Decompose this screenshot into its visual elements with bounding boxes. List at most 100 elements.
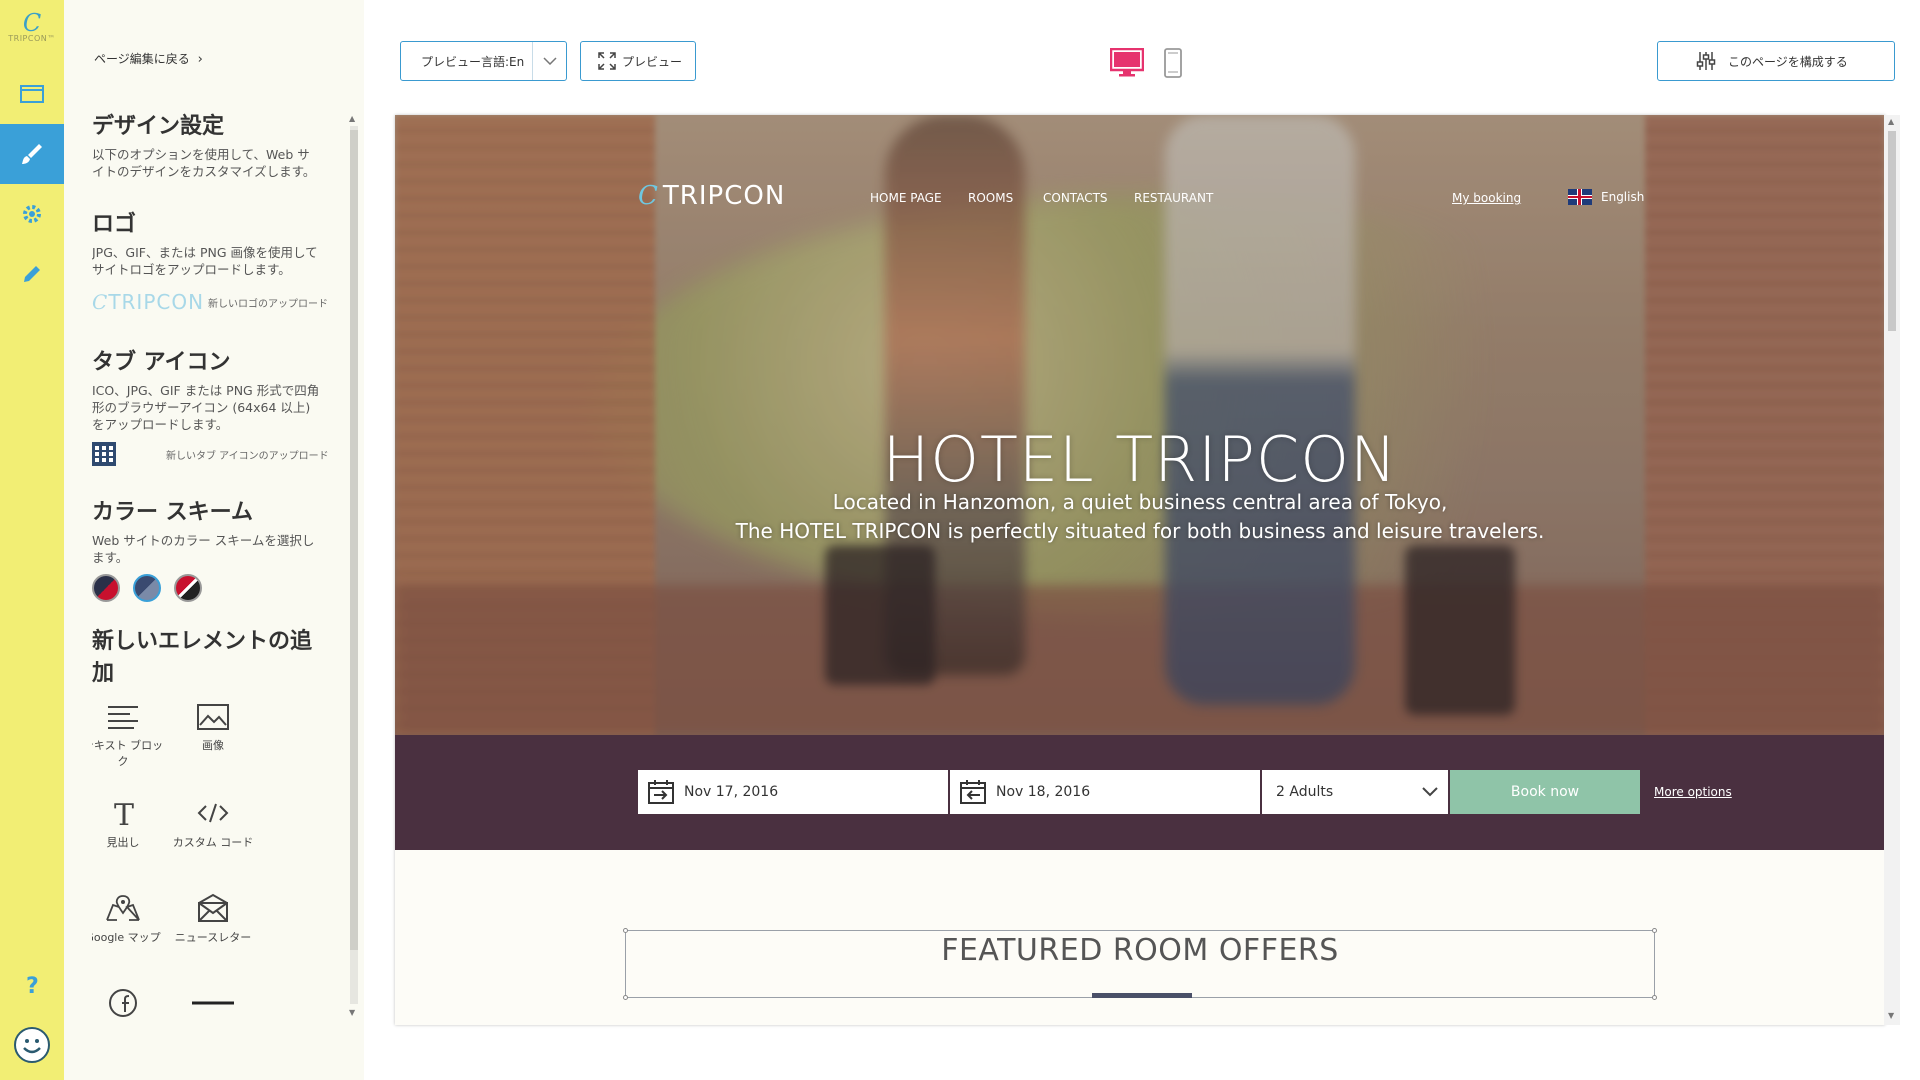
tab-icon-preview-icon bbox=[92, 442, 116, 466]
help-button[interactable]: ? bbox=[0, 955, 64, 1015]
design-button[interactable] bbox=[0, 124, 64, 184]
scroll-down-arrow-icon[interactable]: ▼ bbox=[1888, 1011, 1894, 1020]
color-scheme-section: カラー スキーム Web サイトのカラー スキームを選択します。 bbox=[92, 494, 322, 602]
chevron-down-icon bbox=[532, 42, 566, 80]
image-label: 画像 bbox=[202, 739, 224, 752]
chevron-right-icon: › bbox=[197, 52, 203, 67]
back-link-label: ページ編集に戻る bbox=[94, 52, 190, 66]
logo-section: ロゴ JPG、GIF、または PNG 画像を使用してサイトロゴをアップロードしま… bbox=[92, 206, 328, 314]
scroll-up-arrow-icon[interactable]: ▲ bbox=[349, 114, 355, 123]
logo-upload-link[interactable]: 新しいロゴのアップロード bbox=[208, 295, 328, 310]
color-swatch-dark-red[interactable] bbox=[92, 574, 120, 602]
panel-scrollbar[interactable]: ▲ ▼ bbox=[347, 114, 359, 1020]
calendar-checkout-icon bbox=[960, 780, 986, 804]
configure-page-button[interactable]: このページを構成する bbox=[1657, 41, 1895, 81]
add-custom-code-button[interactable]: カスタム コード bbox=[168, 798, 258, 850]
divider-icon bbox=[192, 1001, 234, 1005]
logo-title: ロゴ bbox=[92, 212, 137, 237]
heading-underline bbox=[1092, 993, 1192, 998]
custom-code-label: カスタム コード bbox=[172, 836, 254, 849]
gear-icon bbox=[23, 205, 41, 223]
svg-text:?: ? bbox=[26, 974, 39, 998]
logo-preview-text: TRIPCON bbox=[108, 290, 205, 314]
logo-upload-row[interactable]: CTRIPCON 新しいロゴのアップロード bbox=[92, 290, 332, 314]
rail-logo-text: TRIPCON™ bbox=[8, 34, 56, 43]
more-options-link[interactable]: More options bbox=[1654, 785, 1732, 799]
book-now-button[interactable]: Book now bbox=[1450, 770, 1640, 814]
language-label: English bbox=[1601, 190, 1645, 204]
checkin-date-value: Nov 17, 2016 bbox=[684, 784, 779, 800]
desktop-view-button[interactable] bbox=[1109, 47, 1145, 82]
sliders-icon bbox=[1696, 52, 1716, 70]
checkout-date-field[interactable]: Nov 18, 2016 bbox=[950, 770, 1260, 814]
nav-restaurant[interactable]: RESTAURANT bbox=[1134, 191, 1213, 205]
mobile-icon bbox=[1164, 48, 1182, 78]
logo-preview: CTRIPCON bbox=[92, 290, 205, 314]
text-block-label: テキスト ブロック bbox=[92, 739, 164, 768]
tab-icon-desc: ICO、JPG、GIF または PNG 形式で四角形のブラウザーアイコン (64… bbox=[92, 383, 320, 432]
add-text-block-button[interactable]: テキスト ブロック bbox=[92, 703, 168, 769]
design-section: デザイン設定 以下のオプションを使用して、Web サイトのデザインをカスタマイズ… bbox=[92, 108, 322, 180]
chevron-down-icon bbox=[1422, 787, 1438, 797]
brush-icon bbox=[22, 144, 42, 164]
tab-icon-upload-link[interactable]: 新しいタブ アイコンのアップロード bbox=[166, 447, 329, 462]
text-block-icon bbox=[108, 706, 138, 729]
featured-heading-block[interactable]: FEATURED ROOM OFFERS bbox=[623, 928, 1657, 1000]
nav-rooms[interactable]: ROOMS bbox=[968, 191, 1013, 205]
settings-button[interactable] bbox=[0, 184, 64, 244]
hero-subtitle-line-2: The HOTEL TRIPCON is perfectly situated … bbox=[735, 519, 1545, 543]
add-facebook-button[interactable] bbox=[92, 988, 168, 1018]
configure-page-label: このページを構成する bbox=[1728, 54, 1848, 69]
add-heading-button[interactable]: T 見出し bbox=[92, 798, 168, 850]
layout-button[interactable] bbox=[0, 64, 64, 124]
mobile-view-button[interactable] bbox=[1164, 48, 1182, 82]
add-image-button[interactable]: 画像 bbox=[168, 703, 258, 753]
design-settings-panel: ページ編集に戻る › デザイン設定 以下のオプションを使用して、Web サイトの… bbox=[64, 0, 364, 1080]
resize-handle[interactable] bbox=[1652, 928, 1657, 933]
panel-scroll-thumb[interactable] bbox=[350, 130, 358, 950]
add-newsletter-button[interactable]: ニュースレター bbox=[168, 893, 258, 945]
site-logo[interactable]: C TRIPCON bbox=[638, 181, 785, 211]
newsletter-icon bbox=[198, 893, 228, 922]
tripcon-logo: C TRIPCON™ bbox=[0, 11, 64, 43]
resize-handle[interactable] bbox=[623, 928, 628, 933]
left-rail: C TRIPCON™ ? bbox=[0, 0, 64, 1080]
preview-button[interactable]: プレビュー bbox=[580, 41, 696, 81]
my-booking-link[interactable]: My booking bbox=[1452, 191, 1521, 205]
guests-select[interactable]: 2 Adults bbox=[1262, 770, 1448, 814]
newsletter-label: ニュースレター bbox=[174, 931, 252, 944]
add-element-section: 新しいエレメントの追加 bbox=[92, 623, 322, 693]
scroll-up-arrow-icon[interactable]: ▲ bbox=[1888, 117, 1894, 126]
help-icon: ? bbox=[26, 974, 39, 998]
add-divider-button[interactable] bbox=[168, 988, 258, 1018]
resize-handle[interactable] bbox=[1652, 995, 1657, 1000]
checkin-date-field[interactable]: Nov 17, 2016 bbox=[638, 770, 948, 814]
checkout-date-value: Nov 18, 2016 bbox=[996, 784, 1091, 800]
preview-label: プレビュー bbox=[622, 54, 683, 69]
svg-text:T: T bbox=[114, 798, 134, 828]
color-swatch-red-black[interactable] bbox=[174, 574, 203, 602]
uk-flag-icon bbox=[1568, 189, 1592, 205]
heading-icon: T bbox=[114, 798, 134, 828]
language-selector[interactable]: English bbox=[1568, 189, 1644, 205]
preview-scrollbar[interactable]: ▲ ▼ bbox=[1884, 115, 1900, 1025]
tab-icon-upload-row[interactable]: 新しいタブ アイコンのアップロード bbox=[92, 442, 332, 466]
hero-section: C TRIPCON HOME PAGE ROOMS CONTACTS RESTAU… bbox=[395, 115, 1885, 735]
scroll-down-arrow-icon[interactable]: ▼ bbox=[349, 1008, 355, 1017]
site-logo-mark-icon: C bbox=[638, 181, 659, 211]
preview-scroll-thumb[interactable] bbox=[1888, 131, 1896, 331]
color-swatch-blue-gray[interactable] bbox=[133, 574, 162, 602]
facebook-icon bbox=[109, 989, 137, 1017]
add-google-map-button[interactable]: Google マップ bbox=[92, 893, 168, 945]
preview-language-select[interactable]: プレビュー言語:En bbox=[400, 41, 567, 81]
heading-label: 見出し bbox=[106, 836, 140, 849]
nav-home-page[interactable]: HOME PAGE bbox=[870, 191, 942, 205]
back-to-page-edit-link[interactable]: ページ編集に戻る › bbox=[94, 50, 203, 67]
google-map-label: Google マップ bbox=[92, 931, 161, 944]
feedback-button[interactable] bbox=[0, 1015, 64, 1075]
resize-handle[interactable] bbox=[623, 995, 628, 1000]
edit-button[interactable] bbox=[0, 244, 64, 304]
site-preview[interactable]: C TRIPCON HOME PAGE ROOMS CONTACTS RESTAU… bbox=[395, 115, 1885, 1025]
nav-contacts[interactable]: CONTACTS bbox=[1043, 191, 1108, 205]
guests-value: 2 Adults bbox=[1276, 784, 1334, 800]
